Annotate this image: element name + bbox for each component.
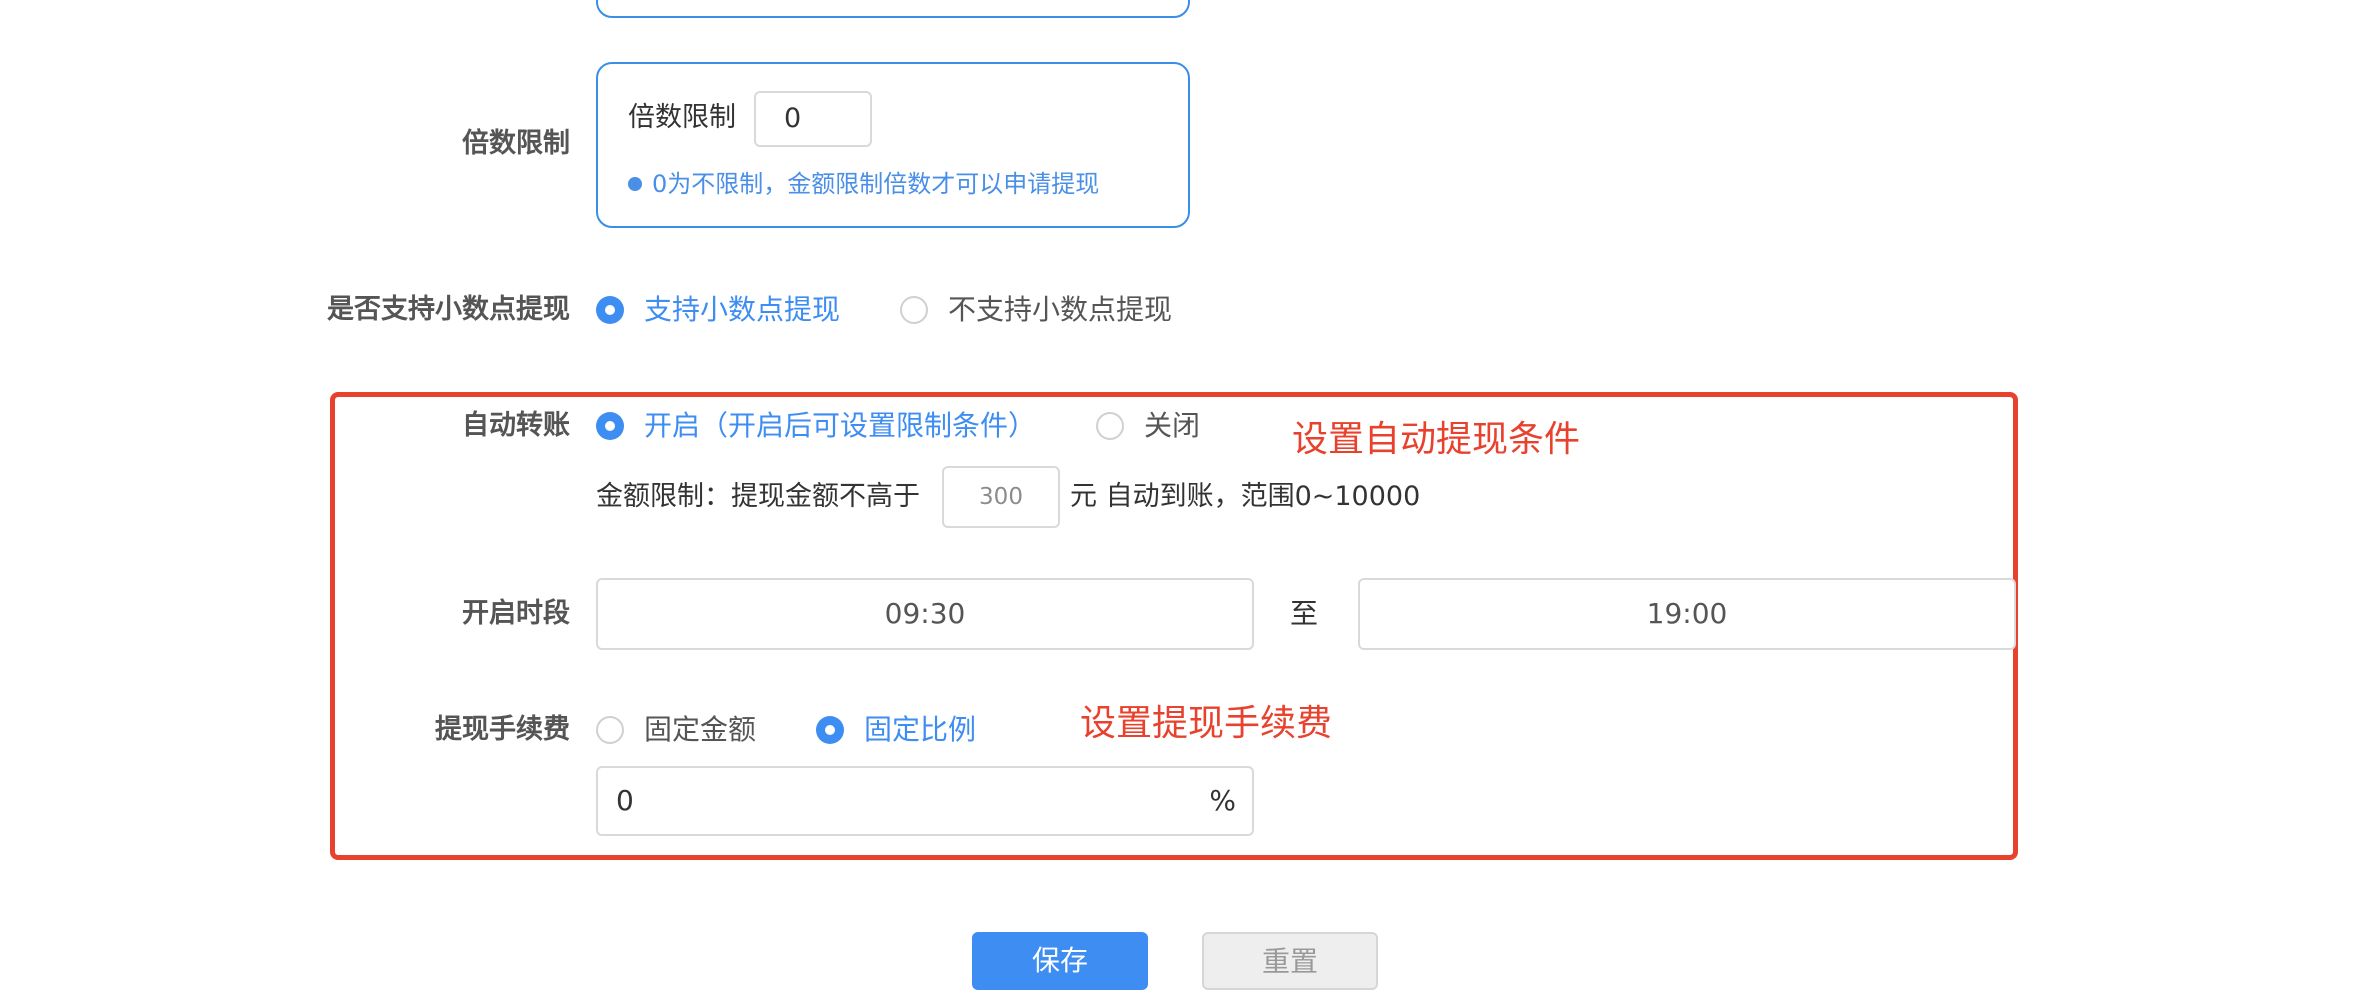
start-time-input[interactable]: 09:30 [596,578,1254,650]
save-button[interactable]: 保存 [972,932,1148,990]
decimal-support-radio[interactable]: 支持小数点提现 [596,290,840,330]
fee-fixed-amount-label: 固定金额 [644,713,757,746]
decimal-support-label: 支持小数点提现 [644,293,841,326]
radio-checked-icon [596,296,624,324]
amount-limit-label: 金额限制：提现金额不高于 [596,481,920,512]
multiplier-hint-text: 0为不限制，金额限制倍数才可以申请提现 [652,170,1100,198]
multiplier-box: 倍数限制 0 0为不限制，金额限制倍数才可以申请提现 [596,62,1190,228]
auto-transfer-row-label: 自动转账 [462,410,570,441]
decimal-unsupported-radio[interactable]: 不支持小数点提现 [900,290,1172,330]
fee-annotation: 设置提现手续费 [1080,703,1333,744]
multiplier-hint: 0为不限制，金额限制倍数才可以申请提现 [628,166,1099,202]
auto-transfer-off-radio[interactable]: 关闭 [1096,406,1200,446]
end-time-input[interactable]: 19:00 [1358,578,2016,650]
auto-transfer-annotation: 设置自动提现条件 [1292,419,1581,460]
auto-transfer-off-label: 关闭 [1144,409,1201,442]
decimal-unsupported-label: 不支持小数点提现 [948,293,1173,326]
fee-value: 0 [616,784,634,817]
fee-fixed-ratio-radio[interactable]: 固定比例 [816,710,976,750]
radio-unchecked-icon [900,296,928,324]
multiplier-input[interactable]: 0 [754,91,872,147]
previous-setting-box [596,0,1190,18]
fee-fixed-amount-radio[interactable]: 固定金额 [596,710,756,750]
radio-unchecked-icon [1096,412,1124,440]
fee-input[interactable]: 0 % [596,766,1254,836]
radio-checked-icon [596,412,624,440]
radio-checked-icon [816,716,844,744]
multiplier-inner-label: 倍数限制 [628,102,736,133]
radio-unchecked-icon [596,716,624,744]
info-dot-icon [628,177,642,191]
multiplier-row-label: 倍数限制 [462,128,570,159]
auto-transfer-on-label: 开启（开启后可设置限制条件） [644,409,1037,442]
auto-transfer-on-radio[interactable]: 开启（开启后可设置限制条件） [596,406,1036,446]
fee-fixed-ratio-label: 固定比例 [864,713,977,746]
time-period-row-label: 开启时段 [462,598,570,629]
amount-limit-input[interactable]: 300 [942,466,1060,528]
percent-suffix: % [1209,784,1236,817]
decimal-row-label: 是否支持小数点提现 [327,294,570,325]
fee-row-label: 提现手续费 [435,714,570,745]
amount-limit-suffix: 元 自动到账，范围0~10000 [1070,481,1421,512]
time-separator: 至 [1290,597,1319,630]
reset-button[interactable]: 重置 [1202,932,1378,990]
